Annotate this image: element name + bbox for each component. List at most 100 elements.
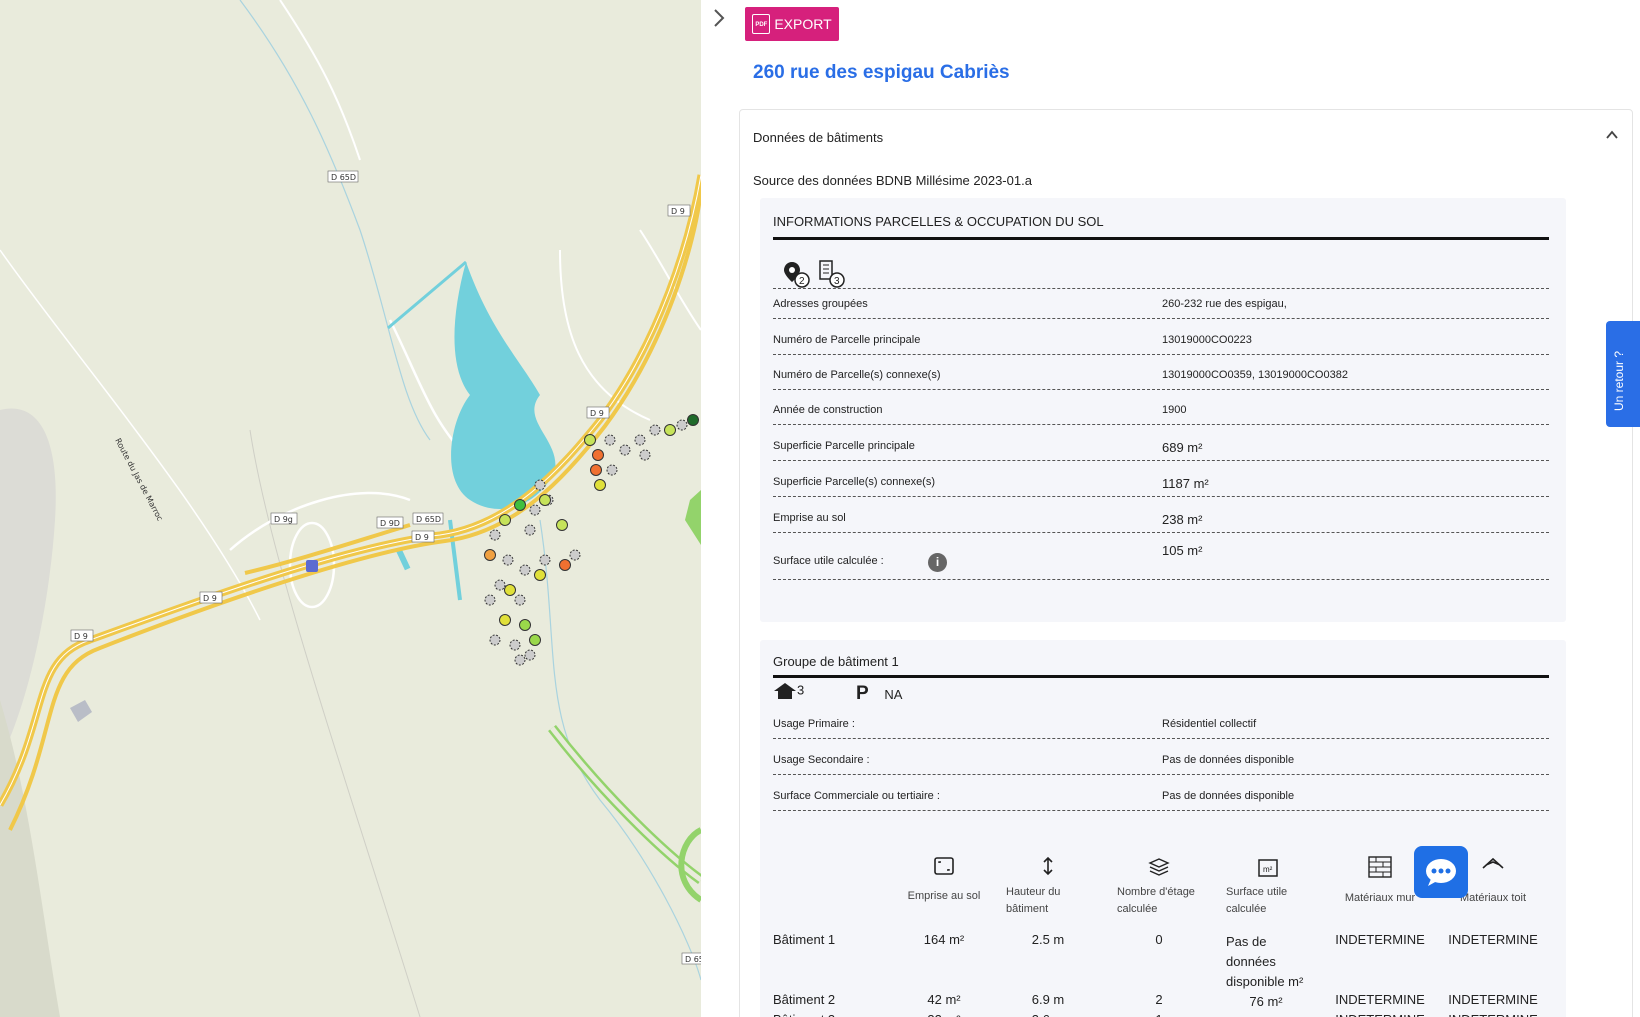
building-marker[interactable] [539,554,551,566]
building-marker[interactable] [524,649,536,661]
collapse-panel-chevron-icon[interactable] [712,8,734,30]
building-marker[interactable] [514,654,526,666]
svg-text:D 65D: D 65D [416,515,441,524]
building-marker[interactable] [676,419,688,431]
major-road-d9 [244,523,411,575]
row-value: 689 m² [1162,440,1203,455]
chevron-up-icon[interactable] [1606,128,1618,140]
column-header: Surface utile calculée [1226,886,1288,915]
building-marker[interactable] [484,594,496,606]
building-marker[interactable] [499,614,511,626]
building-marker[interactable] [504,584,516,596]
row-label: Numéro de Parcelle principale [773,334,921,346]
building-marker[interactable] [524,524,536,536]
building-marker[interactable] [489,529,501,541]
building-marker[interactable] [534,569,546,581]
parking-info: P NA [856,683,903,704]
building-marker[interactable] [499,514,511,526]
building-marker[interactable] [594,479,606,491]
parcel-info-row: Superficie Parcelle(s) connexe(s) 1187 m² [773,468,1549,497]
parcel-info-row: Surface utile calculée : i 105 m² [773,543,1549,580]
building-marker[interactable] [664,424,676,436]
map-view[interactable]: D 65D D 9 D 9 D 9g D 9D D 65D D 9 D 9 D … [0,0,701,1017]
row-label: Numéro de Parcelle(s) connexe(s) [773,369,941,381]
building-marker[interactable] [556,519,568,531]
building-marker[interactable] [569,549,581,561]
usage-row: Usage Primaire : Résidentiel collectif [773,712,1549,739]
pdf-icon: PDF [752,14,771,34]
svg-text:m²: m² [1263,865,1273,874]
building-marker[interactable] [519,564,531,576]
green-strip [678,827,701,903]
building-marker[interactable] [590,464,602,476]
feedback-label: Un retour ? [1612,350,1626,411]
building-hauteur-cell: 3.6 m [998,1012,1098,1017]
chat-button[interactable] [1414,846,1468,898]
section-divider [773,237,1549,240]
row-value: 13019000CO0359, 13019000CO0382 [1162,369,1348,381]
group-title: Groupe de bâtiment 1 [773,654,899,669]
parcel-section: INFORMATIONS PARCELLES & OCCUPATION DU S… [760,198,1566,622]
building-marker[interactable] [639,449,651,461]
building-marker[interactable] [687,414,699,426]
row-label: Adresses groupées [773,298,868,310]
svg-text:D 9: D 9 [74,632,88,641]
building-marker[interactable] [604,434,616,446]
building-emprise-cell: 164 m² [923,932,965,947]
building-marker[interactable] [529,504,541,516]
building-marker[interactable] [502,554,514,566]
height-icon [998,856,1098,879]
row-label: Emprise au sol [773,512,846,524]
building-etages-cell: 0 [1155,932,1163,947]
column-header: Nombre d'étage calculée [1117,886,1195,915]
svg-text:D 9g: D 9g [274,515,293,524]
row-value: Résidentiel collectif [1162,718,1257,730]
info-icon[interactable]: i [928,553,947,572]
building-surface-cell: Pas de données disponible m² [1226,934,1304,989]
road-center [0,174,701,806]
building-marker[interactable] [634,434,646,446]
building-marker[interactable] [592,449,604,461]
row-label: Superficie Parcelle principale [773,440,915,452]
svg-text:3: 3 [834,276,840,287]
row-label: Usage Primaire : [773,718,855,730]
address-title: 260 rue des espigau Cabriès [753,62,1010,83]
building-marker[interactable] [484,549,496,561]
feedback-tab[interactable]: Un retour ? [1606,321,1640,427]
building-marker[interactable] [649,424,661,436]
building-hauteur-cell: 2.5 m [1031,932,1065,947]
bus-stop-icon[interactable] [306,560,318,572]
building-marker[interactable] [606,464,618,476]
parcel-info-row: Emprise au sol 238 m² [773,504,1549,533]
building-marker[interactable] [559,559,571,571]
building-marker[interactable] [584,434,596,446]
card-title[interactable]: Données de bâtiments [753,130,883,145]
minor-road [559,249,651,421]
road-label: D 9 [411,530,435,543]
building-marker[interactable] [539,494,551,506]
parcel-icons-row: 2 3 [773,258,1549,289]
svg-text:2: 2 [799,276,805,287]
building-marker[interactable] [534,479,546,491]
building-marker[interactable] [514,499,526,511]
row-value: 1900 [1162,404,1187,416]
road-label: D 9 [70,629,94,642]
building-surface-cell: 29 m² [1226,1012,1306,1017]
building-marker[interactable] [509,639,521,651]
building-marker[interactable] [519,619,531,631]
export-pdf-button[interactable]: PDF EXPORT [745,7,839,41]
map-canvas[interactable]: D 65D D 9 D 9 D 9g D 9D D 65D D 9 D 9 D … [0,0,701,1017]
building-marker[interactable] [489,634,501,646]
svg-text:D 65: D 65 [685,955,701,964]
building-marker[interactable] [514,594,526,606]
terrain-shade [0,700,60,1017]
green-strip [548,724,701,885]
building-marker[interactable] [494,579,506,591]
building-marker[interactable] [529,634,541,646]
svg-text:D 9D: D 9D [380,519,400,528]
building-marker[interactable] [619,444,631,456]
street-label: Route du Jas de Marroc [113,437,164,523]
location-pin-icon: 2 [783,260,811,293]
building-toit-cell: INDETERMINE [1448,992,1538,1007]
parcel-section-title: INFORMATIONS PARCELLES & OCCUPATION DU S… [773,214,1104,229]
